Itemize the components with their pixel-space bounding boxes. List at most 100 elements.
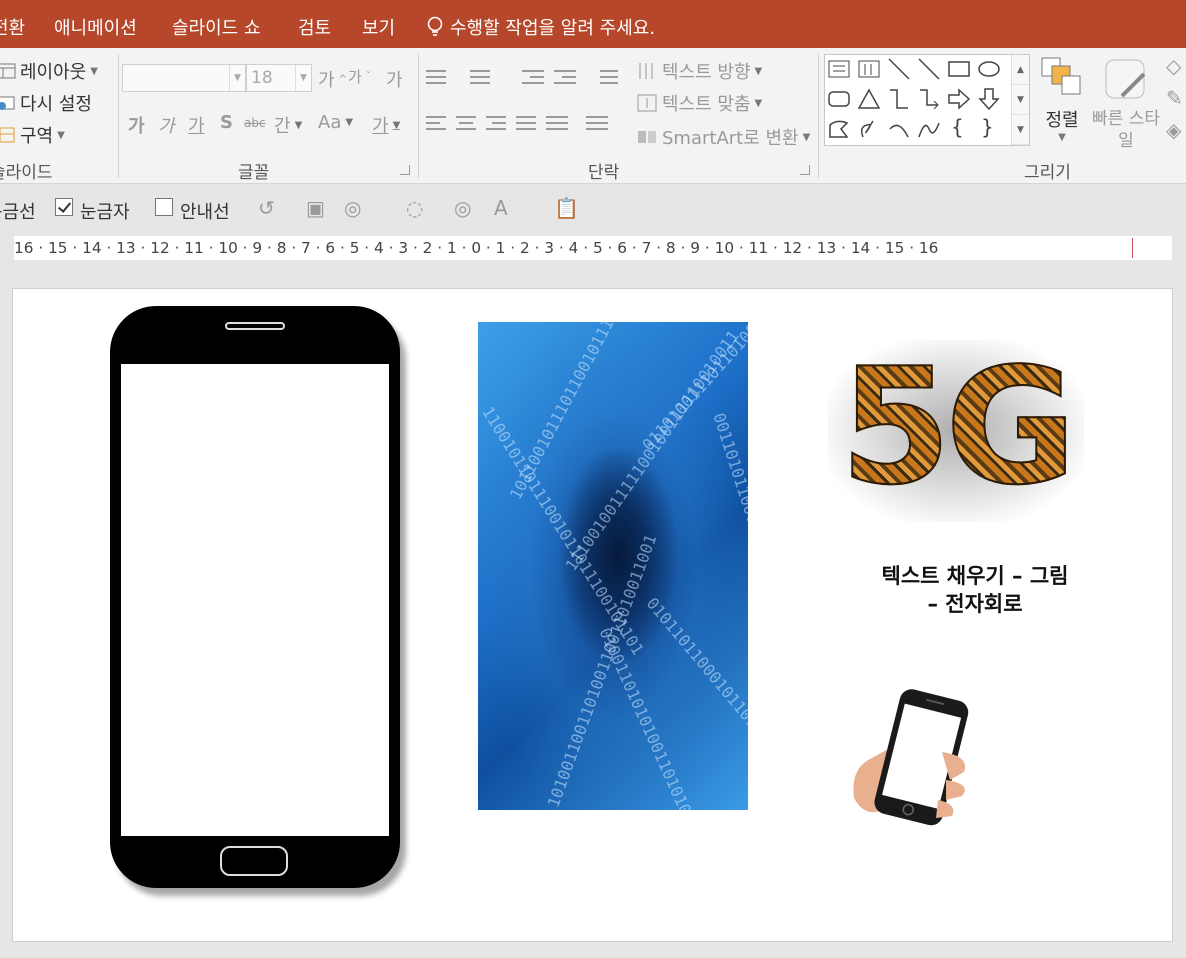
clear-format-label: 가 <box>386 70 403 91</box>
distributed-icon[interactable] <box>546 114 568 132</box>
caption-line-1: 텍스트 채우기 – 그림 <box>881 564 1069 588</box>
ribbon-tab-bar: 전환 애니메이션 슬라이드 쇼 검토 보기 수행할 작업을 알려 주세요. <box>0 0 1186 48</box>
italic-button[interactable]: 가 <box>158 112 175 138</box>
shape-fill-icon[interactable]: ◇ <box>1166 54 1181 78</box>
columns-icon[interactable] <box>586 114 608 132</box>
change-case-button[interactable]: Aa ▼ <box>318 112 353 133</box>
elbow-connector-shape-icon[interactable] <box>887 87 911 111</box>
increase-indent-icon[interactable] <box>554 68 576 86</box>
tab-animations[interactable]: 애니메이션 <box>54 14 137 40</box>
reset-icon <box>0 96 15 110</box>
right-brace-shape-icon[interactable]: } <box>981 115 1005 139</box>
lightbulb-icon <box>427 16 443 36</box>
scroll-up-icon[interactable]: ▲ <box>1012 55 1029 85</box>
guides-checkbox[interactable] <box>155 198 173 216</box>
font-dialog-launcher[interactable] <box>400 165 410 175</box>
rectangle-shape-icon[interactable] <box>947 57 971 81</box>
paragraph-dialog-launcher[interactable] <box>800 165 810 175</box>
arrow-line-shape-icon[interactable] <box>917 57 941 81</box>
scroll-down-icon[interactable]: ▼ <box>1012 85 1029 115</box>
align-text-label: 텍스트 맞춤 <box>662 94 751 115</box>
align-left-icon[interactable] <box>426 114 448 132</box>
5g-text: 5G <box>839 332 1078 521</box>
intersect-icon[interactable]: ◎ <box>454 196 471 220</box>
tell-me-box[interactable]: 수행할 작업을 알려 주세요. <box>426 14 655 40</box>
present-icon[interactable]: ▣ <box>306 196 325 220</box>
gallery-more-icon[interactable]: ▼ <box>1012 115 1029 145</box>
freeform-shape-icon[interactable] <box>827 117 851 141</box>
elbow-arrow-shape-icon[interactable] <box>917 87 941 111</box>
smartphone-graphic[interactable] <box>110 306 400 888</box>
paste-icon[interactable]: 📋 <box>554 196 579 220</box>
font-color-button[interactable]: 가 ▼ <box>372 112 400 138</box>
gridlines-label[interactable]: 눈금선 <box>0 198 36 224</box>
strikethrough-button[interactable]: abc <box>244 116 266 130</box>
text-shadow-button[interactable]: S <box>220 112 233 133</box>
binary-tunnel-image[interactable]: 101100101110110010111011001011 0110100111… <box>478 322 748 810</box>
text-effects-icon[interactable]: A <box>494 196 508 220</box>
text-direction-button[interactable]: 텍스트 방향 ▼ <box>636 58 762 84</box>
arc-shape-icon[interactable] <box>887 117 911 141</box>
gallery-scrollbar[interactable]: ▲ ▼ ▼ <box>1011 55 1029 145</box>
rounded-rect-shape-icon[interactable] <box>827 87 851 111</box>
tell-me-text: 수행할 작업을 알려 주세요. <box>450 18 656 39</box>
bullets-icon[interactable] <box>426 68 448 86</box>
layout-button[interactable]: 레이아웃 ▼ <box>0 58 98 84</box>
caption-textbox[interactable]: 텍스트 채우기 – 그림 – 전자회로 <box>860 562 1090 618</box>
phone-screen <box>121 364 389 836</box>
decrease-indent-icon[interactable] <box>522 68 544 86</box>
quick-styles-button[interactable]: 빠른 스타일 <box>1092 56 1160 156</box>
section-button[interactable]: 구역 ▼ <box>0 122 65 148</box>
paragraph-group-label: 단락 <box>588 163 620 183</box>
align-text-button[interactable]: 텍스트 맞춤 ▼ <box>636 90 762 116</box>
arrange-button[interactable]: 정렬 ▼ <box>1040 56 1084 152</box>
justify-icon[interactable] <box>516 114 538 132</box>
reset-button[interactable]: 다시 설정 <box>0 90 92 116</box>
font-size-combo[interactable]: 18 ▼ <box>246 64 312 92</box>
clear-format-button[interactable]: 가 <box>386 66 403 92</box>
shape-outline-icon[interactable]: ✎ <box>1166 86 1183 110</box>
font-name-combo[interactable]: ▼ <box>122 64 246 92</box>
tab-view[interactable]: 보기 <box>362 14 395 40</box>
scribble-shape-icon[interactable] <box>857 117 881 141</box>
ruler-indent-marker[interactable] <box>1132 238 1133 258</box>
underline-button[interactable]: 가 <box>188 112 205 138</box>
numbering-icon[interactable] <box>470 68 492 86</box>
vertical-textbox-shape-icon[interactable] <box>857 57 881 81</box>
slides-group-label: 슬라이드 <box>0 163 53 183</box>
ruler-label[interactable]: 눈금자 <box>80 198 130 224</box>
tab-slideshow[interactable]: 슬라이드 쇼 <box>172 14 261 40</box>
oval-shape-icon[interactable] <box>977 57 1001 81</box>
chevron-down-icon: ▼ <box>295 65 311 91</box>
merge-shapes-icon[interactable]: ◎ <box>344 196 361 220</box>
shapes-gallery[interactable]: { } ▲ ▼ ▼ <box>824 54 1030 146</box>
group-divider <box>418 54 419 178</box>
char-spacing-button[interactable]: 간 ▼ <box>274 112 302 138</box>
bold-button[interactable]: 가 <box>128 112 145 138</box>
grow-font-button[interactable]: 가 ^ <box>318 66 347 92</box>
union-icon[interactable]: ◌ <box>406 196 423 220</box>
tab-review[interactable]: 검토 <box>298 14 331 40</box>
line-shape-icon[interactable] <box>887 57 911 81</box>
align-right-icon[interactable] <box>486 114 508 132</box>
down-arrow-shape-icon[interactable] <box>977 87 1001 111</box>
align-center-icon[interactable] <box>456 114 478 132</box>
quick-styles-icon <box>1105 59 1146 99</box>
shrink-font-button[interactable]: 가ˇ <box>348 66 371 87</box>
right-arrow-shape-icon[interactable] <box>947 87 971 111</box>
textbox-shape-icon[interactable] <box>827 57 851 81</box>
5g-text-image[interactable]: 5G <box>828 332 1084 522</box>
layout-icon <box>0 63 16 79</box>
curve-shape-icon[interactable] <box>917 117 941 141</box>
triangle-shape-icon[interactable] <box>857 87 881 111</box>
tab-transitions[interactable]: 전환 <box>0 14 25 40</box>
line-spacing-icon[interactable] <box>594 68 618 86</box>
shape-effects-icon[interactable]: ◈ <box>1166 118 1181 142</box>
rotate-icon[interactable]: ↺ <box>258 196 275 220</box>
hand-holding-phone-image[interactable] <box>846 688 976 828</box>
guides-label[interactable]: 안내선 <box>180 198 230 224</box>
ruler-checkbox[interactable] <box>55 198 73 216</box>
horizontal-ruler[interactable]: 16 · 15 · 14 · 13 · 12 · 11 · 10 · 9 · 8… <box>14 236 1172 260</box>
left-brace-shape-icon[interactable]: { <box>951 115 975 139</box>
smartart-button[interactable]: SmartArt로 변환 ▼ <box>636 124 810 150</box>
